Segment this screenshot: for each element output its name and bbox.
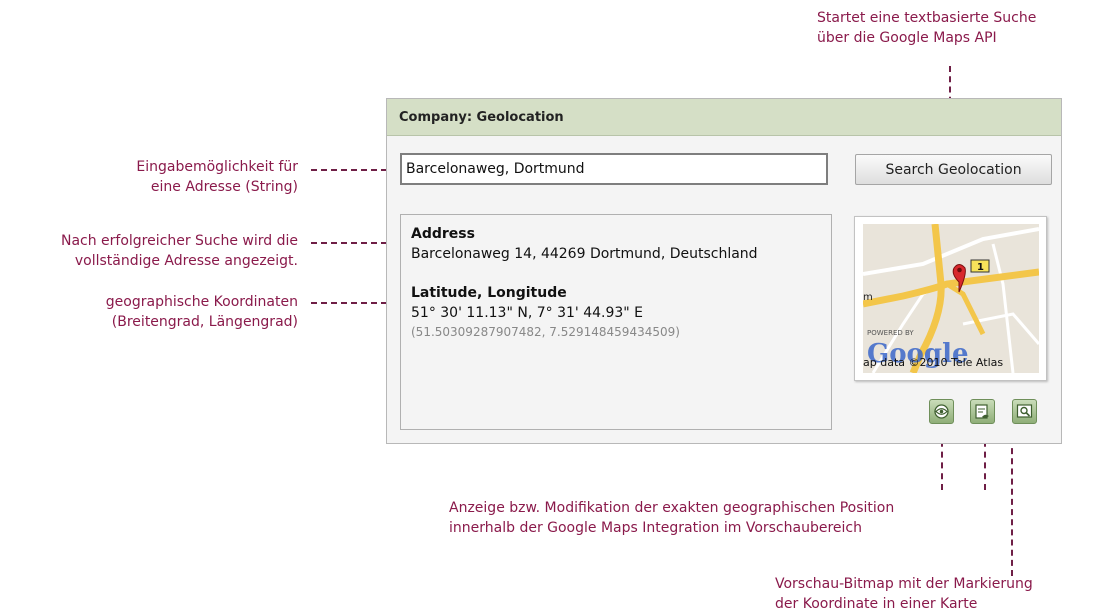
panel-title: Company: Geolocation [387,99,1061,136]
show-position-icon [934,404,949,419]
address-label: Address [411,226,475,242]
map-preview-bitmap[interactable]: 1 m POWERED BY Google ap data ©2010 Tele… [854,216,1047,381]
preview-zoom-button[interactable] [1012,399,1037,424]
coords-annotation-connector [311,302,397,304]
search-geolocation-button[interactable]: Search Geolocation [855,154,1052,185]
coords-label: Latitude, Longitude [411,285,567,301]
address-annotation: Nach erfolgreicher Suche wird die vollst… [60,233,298,269]
search-annotation: Startet eine textbasierte Suche über die… [817,10,1037,46]
address-input[interactable] [400,153,828,185]
preview-zoom-icon [1016,404,1033,418]
result-box: Address Barcelonaweg 14, 44269 Dortmund,… [400,214,832,430]
svg-text:m: m [863,292,873,303]
svg-text:1: 1 [977,262,984,273]
coords-decimal-value: (51.50309287907482, 7.529148459434509) [411,325,680,339]
input-annotation: Eingabemöglichkeit für eine Adresse (Str… [136,159,298,195]
coords-dms-value: 51° 30' 11.13" N, 7° 31' 44.93" E [411,305,644,321]
bitmap-annotation: Vorschau-Bitmap mit der Markierung der K… [775,576,1033,612]
edit-position-button[interactable] [970,399,995,424]
show-position-button[interactable] [929,399,954,424]
svg-text:POWERED BY: POWERED BY [867,329,914,337]
svg-text:ap data ©2010 Tele Atlas: ap data ©2010 Tele Atlas [863,356,1003,369]
edit-position-icon [975,404,989,419]
geolocation-panel: Company: Geolocation Search Geolocation … [386,98,1062,444]
address-value: Barcelonaweg 14, 44269 Dortmund, Deutsch… [411,246,758,262]
position-annotation: Anzeige bzw. Modifikation der exakten ge… [449,500,895,536]
coords-annotation: geographische Koordinaten (Breitengrad, … [105,294,298,330]
map-image: 1 m POWERED BY Google ap data ©2010 Tele… [863,224,1039,373]
address-annotation-connector [311,242,397,244]
input-annotation-connector [311,169,397,171]
